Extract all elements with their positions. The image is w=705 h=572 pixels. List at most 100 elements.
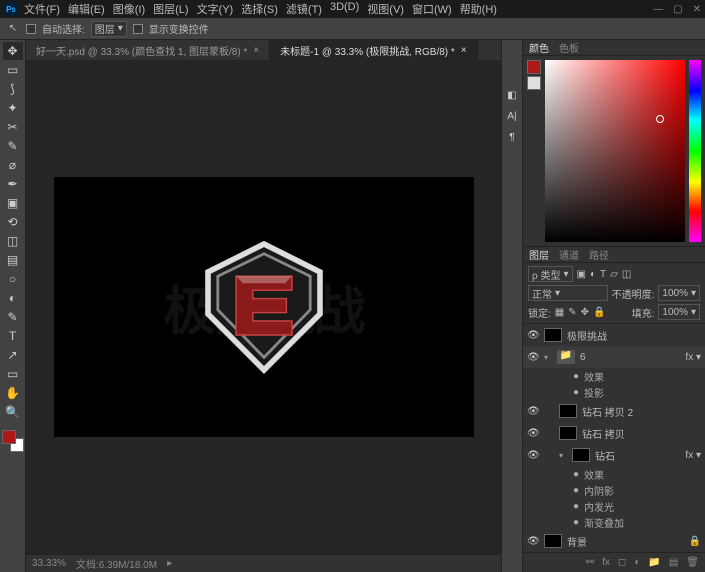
layer-row[interactable]: 👁极限挑战 [523, 324, 705, 346]
char-icon[interactable]: A| [507, 111, 516, 122]
fill-input[interactable]: 100%▾ [658, 304, 700, 320]
tool-zoom[interactable]: 🔍 [3, 403, 23, 421]
fg-color-swatch[interactable] [2, 430, 16, 444]
panel-bg-swatch[interactable] [527, 76, 541, 90]
auto-select-checkbox[interactable] [26, 24, 36, 34]
expand-icon[interactable]: ▾ [559, 451, 567, 460]
tab-swatches[interactable]: 色板 [559, 40, 579, 55]
filter-smart-icon[interactable]: ◫ [622, 269, 631, 280]
filter-shape-icon[interactable]: ▱ [610, 269, 618, 280]
layer-effects[interactable]: ● 效果 [523, 466, 705, 482]
menu-select[interactable]: 选择(S) [241, 1, 278, 17]
layer-effects[interactable]: ● 效果 [523, 368, 705, 384]
menu-view[interactable]: 视图(V) [367, 1, 404, 17]
lock-trans-icon[interactable]: ▦ [555, 307, 564, 318]
tool-heal[interactable]: ⌀ [3, 156, 23, 174]
menu-image[interactable]: 图像(I) [113, 1, 145, 17]
menu-type[interactable]: 文字(Y) [197, 1, 234, 17]
color-swatches[interactable] [2, 430, 24, 452]
layer-effect[interactable]: ● 投影 [523, 384, 705, 400]
select-mode-dropdown[interactable]: 图层▾ [91, 21, 127, 37]
tool-history[interactable]: ⟲ [3, 213, 23, 231]
blend-mode-dropdown[interactable]: 正常▾ [528, 285, 608, 301]
menu-help[interactable]: 帮助(H) [460, 1, 497, 17]
filter-adj-icon[interactable]: ◐ [590, 269, 596, 280]
tool-stamp[interactable]: ▣ [3, 194, 23, 212]
layer-kind-filter[interactable]: ρ 类型▾ [528, 266, 573, 282]
tab-close-icon[interactable]: × [461, 45, 467, 56]
lock-all-icon[interactable]: 🔒 [593, 307, 605, 318]
canvas[interactable]: 极限挑战 [54, 177, 474, 437]
menu-edit[interactable]: 编辑(E) [68, 1, 105, 17]
show-transform-checkbox[interactable] [133, 24, 143, 34]
zoom-level[interactable]: 33.33% [32, 558, 66, 569]
link-layers-icon[interactable]: ⚯ [586, 557, 594, 568]
tool-type[interactable]: T [3, 327, 23, 345]
adj-layer-icon[interactable]: ◐ [634, 557, 640, 568]
layer-row[interactable]: 👁钻石 拷贝 2 [523, 400, 705, 422]
tool-gradient[interactable]: ▤ [3, 251, 23, 269]
layer-effect[interactable]: ● 渐变叠加 [523, 514, 705, 530]
visibility-icon[interactable]: 👁 [527, 536, 539, 547]
menu-layer[interactable]: 图层(L) [153, 1, 188, 17]
hue-slider[interactable] [689, 60, 701, 242]
panel-fg-swatch[interactable] [527, 60, 541, 74]
color-field[interactable] [545, 60, 685, 242]
layer-row[interactable]: 👁背景🔒 [523, 530, 705, 552]
delete-layer-icon[interactable]: 🗑 [686, 557, 699, 568]
layer-effect[interactable]: ● 内阴影 [523, 482, 705, 498]
tool-pen[interactable]: ✎ [3, 308, 23, 326]
tool-marquee[interactable]: ▭ [3, 61, 23, 79]
close-icon[interactable]: ✕ [693, 4, 701, 15]
filter-img-icon[interactable]: ▣ [577, 269, 586, 280]
visibility-icon[interactable]: 👁 [527, 428, 539, 439]
maximize-icon[interactable]: ▢ [673, 4, 682, 15]
lock-move-icon[interactable]: ✥ [581, 307, 589, 318]
tool-wand[interactable]: ✦ [3, 99, 23, 117]
visibility-icon[interactable]: 👁 [527, 406, 539, 417]
opacity-label: 不透明度: [612, 286, 655, 301]
tool-crop[interactable]: ✂ [3, 118, 23, 136]
tab-layers[interactable]: 图层 [529, 247, 549, 262]
filter-type-icon[interactable]: T [600, 269, 606, 280]
tool-lasso[interactable]: ⟆ [3, 80, 23, 98]
visibility-icon[interactable]: 👁 [527, 352, 539, 363]
opacity-input[interactable]: 100%▾ [658, 285, 700, 301]
tab-paths[interactable]: 路径 [589, 247, 609, 262]
tool-eyedrop[interactable]: ✎ [3, 137, 23, 155]
layer-row[interactable]: 👁▾钻石fx ▾ [523, 444, 705, 466]
layer-group[interactable]: 👁▾📁6fx ▾ [523, 346, 705, 368]
tab-color[interactable]: 颜色 [529, 40, 549, 55]
tab-channels[interactable]: 通道 [559, 247, 579, 262]
history-icon[interactable]: ◧ [507, 90, 516, 101]
tool-shape[interactable]: ▭ [3, 365, 23, 383]
menu-file[interactable]: 文件(F) [24, 1, 60, 17]
layer-row[interactable]: 👁钻石 拷贝 [523, 422, 705, 444]
document-tab-1[interactable]: 好一天.psd @ 33.3% (颜色查找 1, 图层蒙板/8) *× [26, 40, 270, 60]
new-layer-icon[interactable]: ▤ [669, 557, 678, 568]
visibility-icon[interactable]: 👁 [527, 450, 539, 461]
layer-mask-icon[interactable]: ◻ [618, 557, 626, 568]
para-icon[interactable]: ¶ [509, 132, 514, 143]
layer-fx-icon[interactable]: fx [602, 557, 610, 568]
options-bar: ↖ 自动选择: 图层▾ 显示变换控件 [0, 18, 705, 40]
layer-effect[interactable]: ● 内发光 [523, 498, 705, 514]
tool-blur[interactable]: ○ [3, 270, 23, 288]
expand-icon[interactable]: ▾ [544, 353, 552, 362]
tool-dodge[interactable]: ◐ [3, 289, 23, 307]
tool-hand[interactable]: ✋ [3, 384, 23, 402]
menu-filter[interactable]: 滤镜(T) [286, 1, 322, 17]
tool-brush[interactable]: ✒ [3, 175, 23, 193]
tool-move[interactable]: ✥ [3, 42, 23, 60]
lock-paint-icon[interactable]: ✎ [568, 307, 576, 318]
minimize-icon[interactable]: — [653, 4, 663, 15]
new-group-icon[interactable]: 📁 [648, 557, 660, 568]
canvas-area[interactable]: 极限挑战 [26, 60, 501, 554]
tab-close-icon[interactable]: × [253, 45, 259, 56]
menu-window[interactable]: 窗口(W) [412, 1, 452, 17]
tool-eraser[interactable]: ◫ [3, 232, 23, 250]
tool-path[interactable]: ↗ [3, 346, 23, 364]
menu-3d[interactable]: 3D(D) [330, 1, 359, 17]
visibility-icon[interactable]: 👁 [527, 330, 539, 341]
document-tab-2[interactable]: 未标题-1 @ 33.3% (极限挑战, RGB/8) *× [270, 40, 477, 60]
